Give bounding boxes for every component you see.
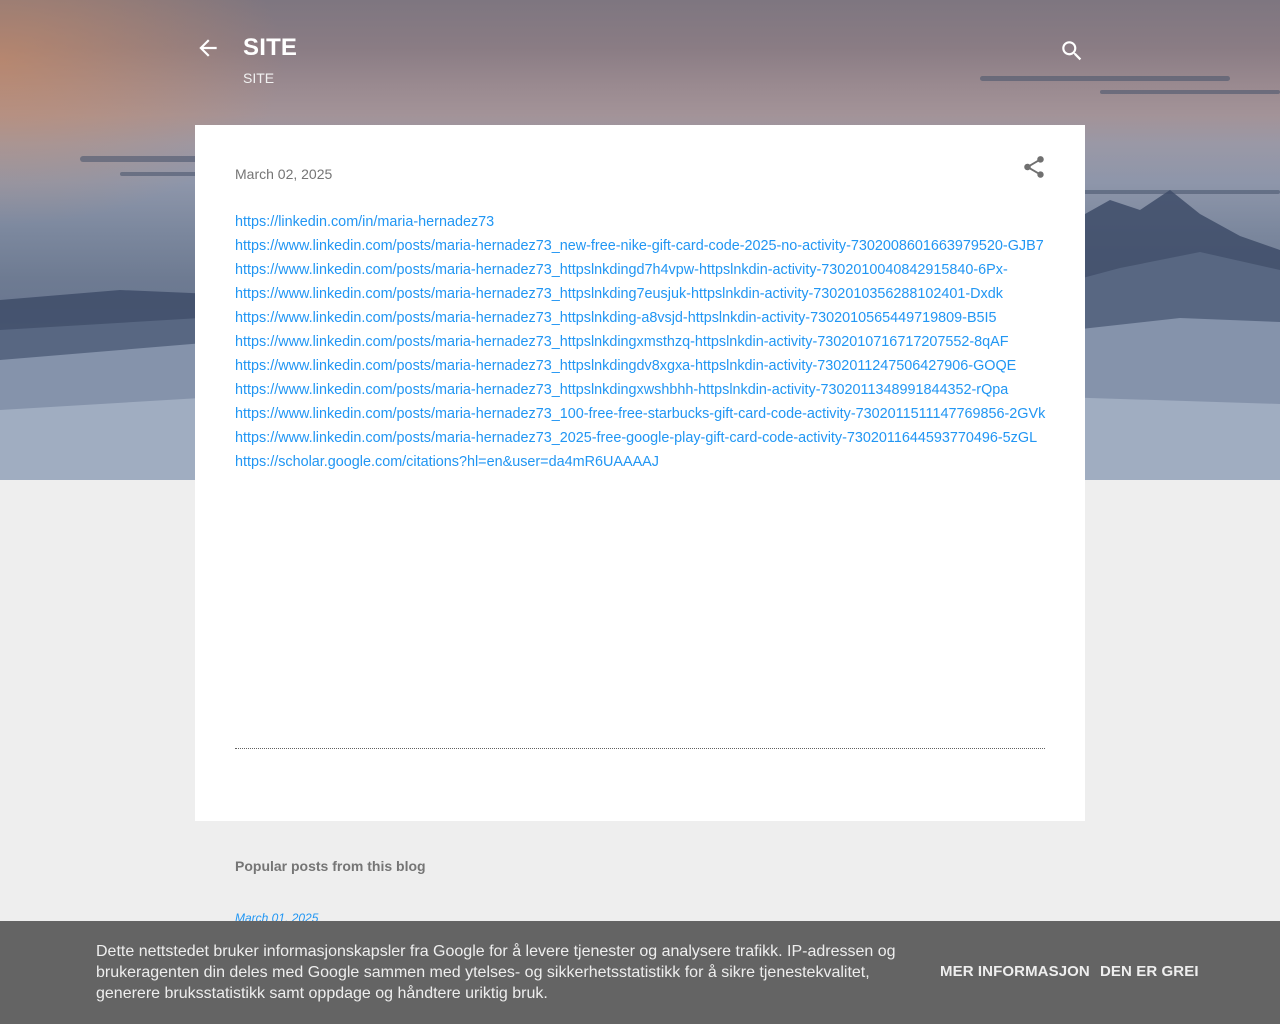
more-info-button[interactable]: MER INFORMASJON xyxy=(940,963,1090,980)
post-card: March 02, 2025 https://linkedin.com/in/m… xyxy=(195,125,1085,821)
blog-header: SITE SITE xyxy=(195,30,1085,100)
post-link[interactable]: https://www.linkedin.com/posts/maria-her… xyxy=(235,378,1047,402)
back-button[interactable] xyxy=(195,35,221,61)
search-icon xyxy=(1062,41,1082,61)
cookie-notice-bar: Dette nettstedet bruker informasjonskaps… xyxy=(0,921,1280,1024)
post-link[interactable]: https://scholar.google.com/citations?hl=… xyxy=(235,450,1047,474)
popular-posts-heading: Popular posts from this blog xyxy=(235,858,426,874)
share-button[interactable] xyxy=(1021,154,1047,180)
post-link[interactable]: https://www.linkedin.com/posts/maria-her… xyxy=(235,330,1047,354)
arrow-back-icon xyxy=(199,39,217,57)
share-icon xyxy=(1024,156,1044,178)
post-link[interactable]: https://www.linkedin.com/posts/maria-her… xyxy=(235,282,1047,306)
post-link[interactable]: https://www.linkedin.com/posts/maria-her… xyxy=(235,306,1047,330)
accept-cookies-button[interactable]: DEN ER GREI xyxy=(1100,963,1199,980)
post-link[interactable]: https://www.linkedin.com/posts/maria-her… xyxy=(235,258,1047,282)
post-date[interactable]: March 02, 2025 xyxy=(235,166,332,182)
cookie-notice-text: Dette nettstedet bruker informasjonskaps… xyxy=(96,943,896,1002)
post-link[interactable]: https://www.linkedin.com/posts/maria-her… xyxy=(235,234,1047,258)
post-link[interactable]: https://www.linkedin.com/posts/maria-her… xyxy=(235,426,1047,450)
post-link[interactable]: https://linkedin.com/in/maria-hernadez73 xyxy=(235,210,1047,234)
post-link[interactable]: https://www.linkedin.com/posts/maria-her… xyxy=(235,402,1047,426)
site-description: SITE xyxy=(243,70,275,86)
search-button[interactable] xyxy=(1059,38,1085,64)
site-title[interactable]: SITE xyxy=(243,34,297,62)
post-body: https://linkedin.com/in/maria-hernadez73… xyxy=(235,210,1047,474)
post-link[interactable]: https://www.linkedin.com/posts/maria-her… xyxy=(235,354,1047,378)
post-divider xyxy=(235,748,1045,749)
